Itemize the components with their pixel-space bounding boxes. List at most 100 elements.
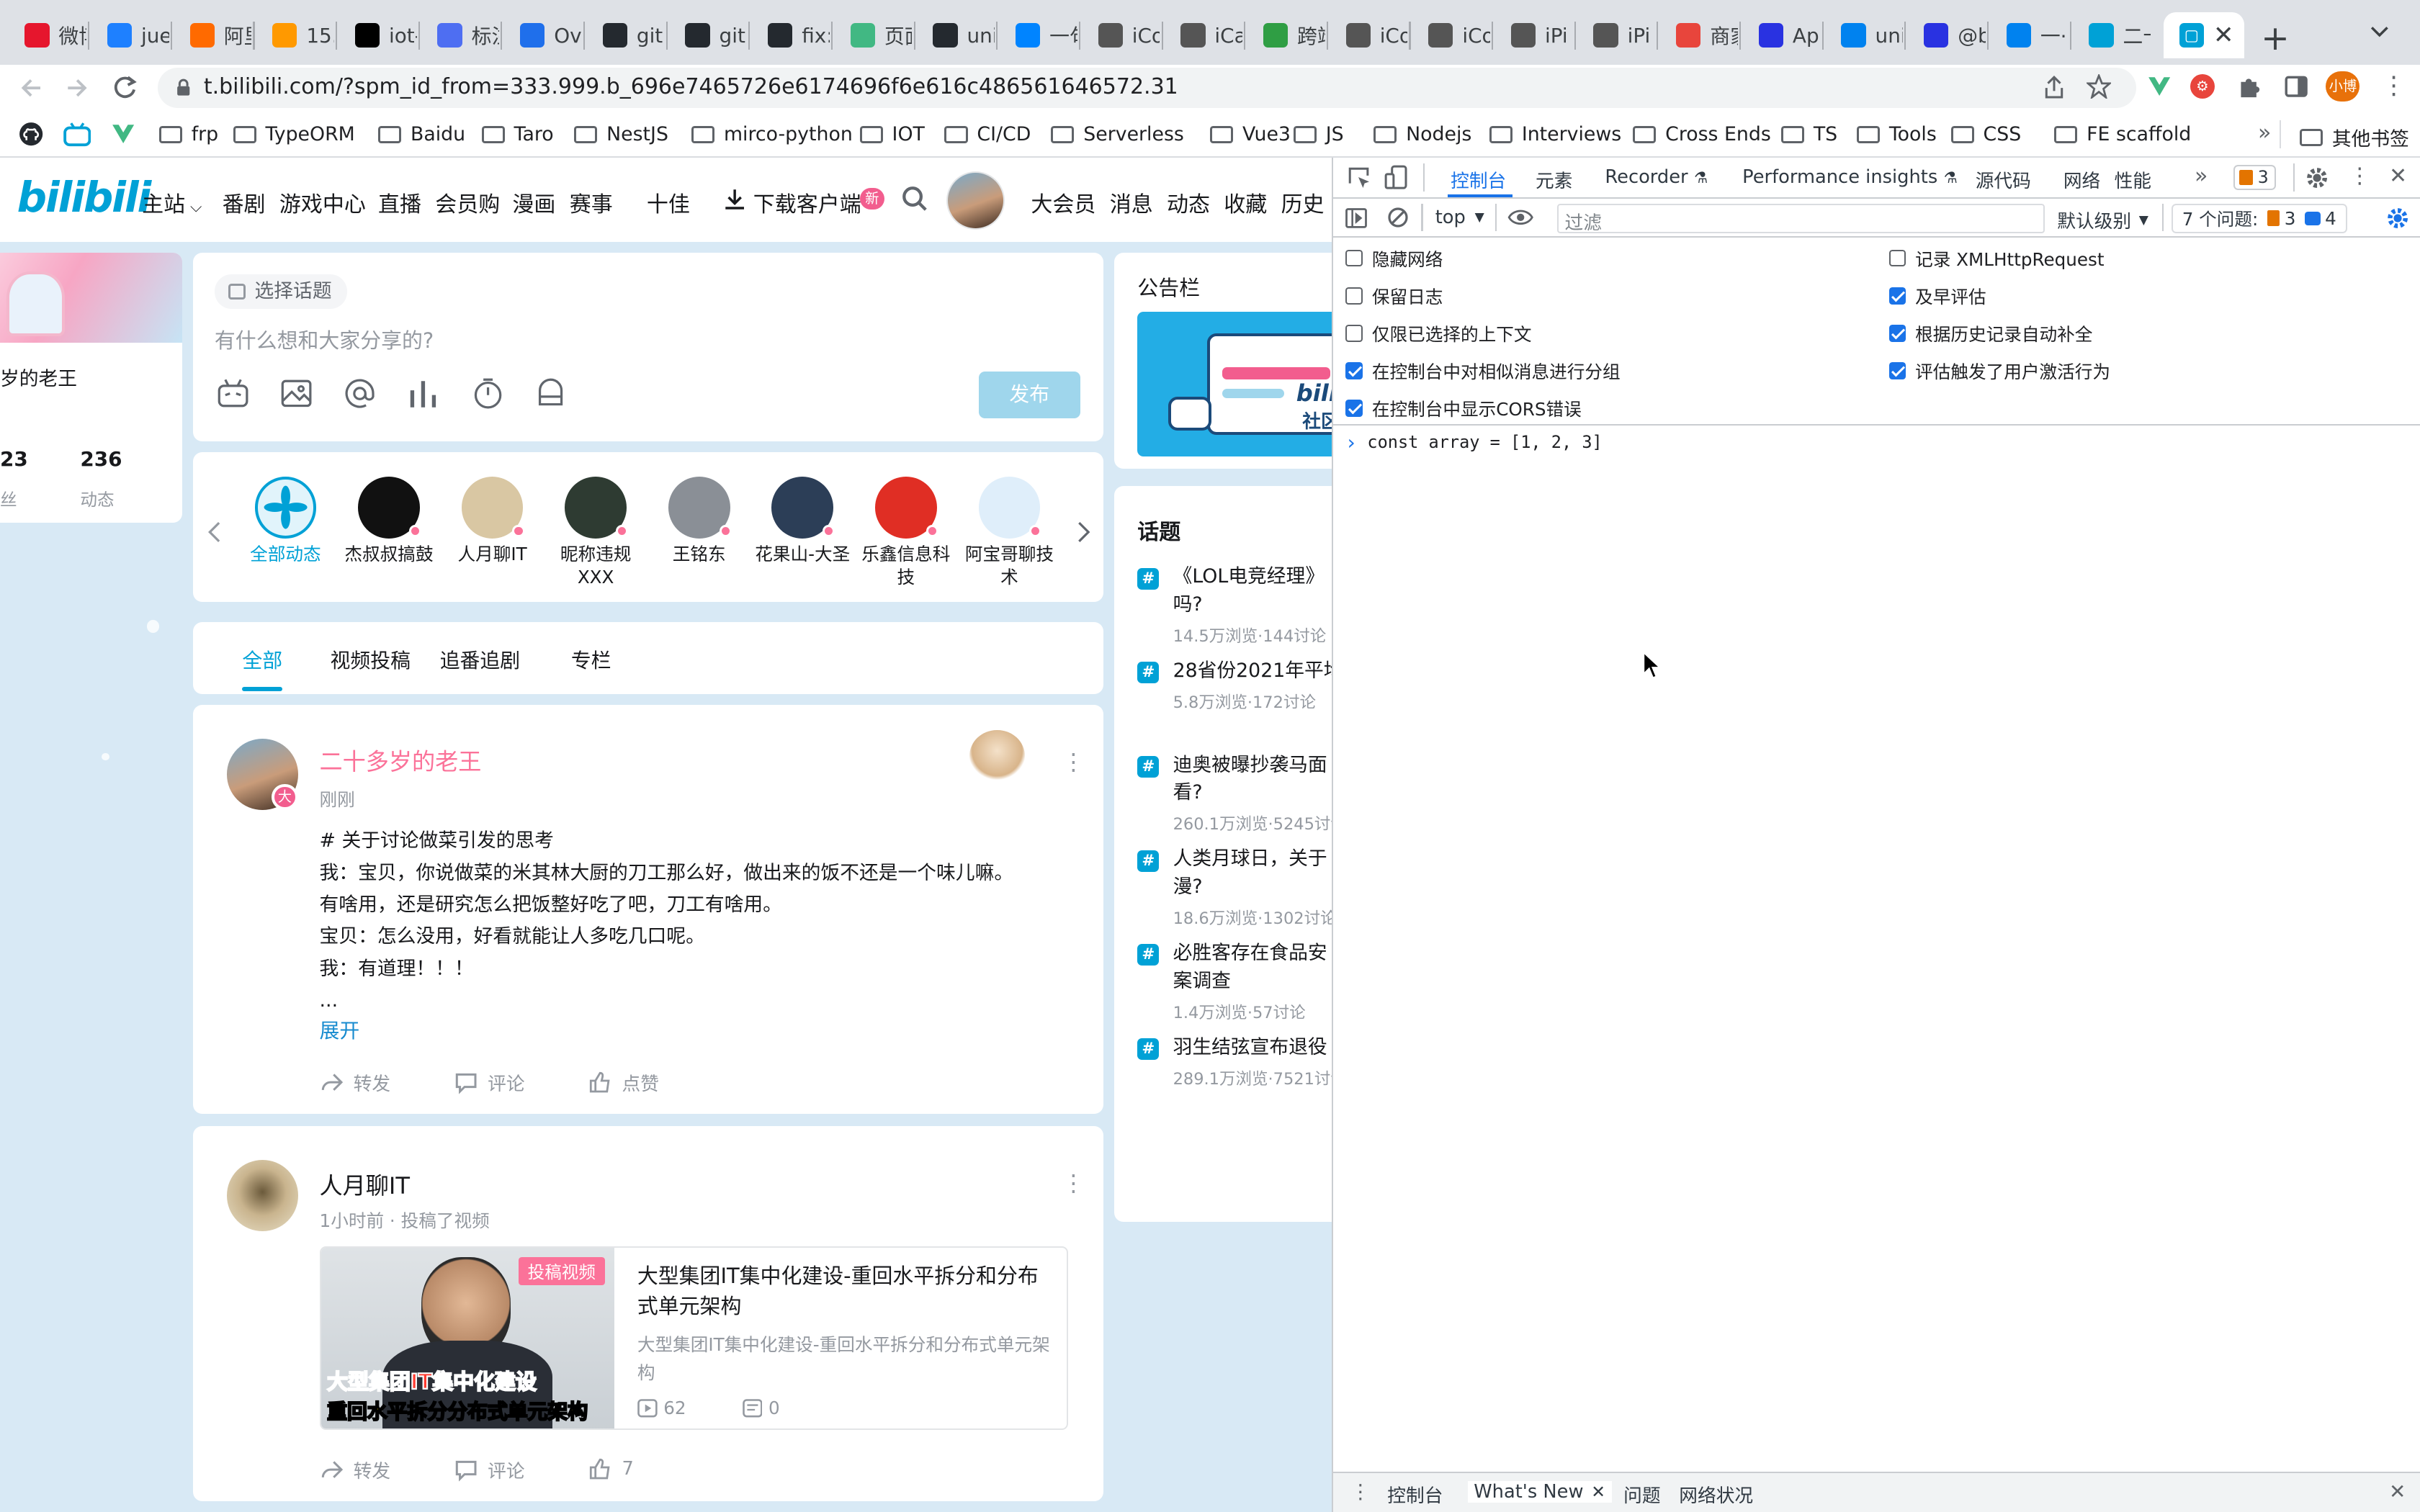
setting-checkbox[interactable]: 在控制台中对相似消息进行分组 bbox=[1345, 358, 1621, 384]
checkbox-icon[interactable] bbox=[1345, 249, 1363, 267]
video-card[interactable]: 投稿视频 大型集团IT集中化建设 重回水平拆分分布式单元架构 大型集团IT集中化… bbox=[319, 1246, 1068, 1431]
following-name[interactable]: 王铭东 bbox=[647, 543, 752, 566]
devtools-tab[interactable]: 控制台 bbox=[1451, 166, 1506, 193]
bookmark-folder[interactable]: Serverless bbox=[1051, 123, 1184, 145]
video-title[interactable]: 大型集团IT集中化建设-重回水平拆分和分布式单元架构 bbox=[637, 1261, 1054, 1323]
timer-icon[interactable] bbox=[471, 377, 505, 410]
close-devtools-icon[interactable]: ✕ bbox=[2389, 163, 2407, 189]
browser-tab[interactable]: 二十 bbox=[2074, 12, 2151, 58]
feed-tab[interactable]: 视频投稿 bbox=[331, 645, 411, 674]
nav-match[interactable]: 赛事 bbox=[570, 186, 613, 218]
browser-tab[interactable]: 商家 bbox=[1661, 12, 1738, 58]
checkbox-icon[interactable] bbox=[1888, 287, 1906, 305]
forward-icon[interactable] bbox=[65, 76, 89, 100]
drawer-tab[interactable]: 控制台 bbox=[1387, 1481, 1443, 1508]
bookmark-folder[interactable]: Taro bbox=[481, 123, 554, 145]
browser-tab[interactable]: 一· bbox=[1991, 12, 2068, 58]
drawer-menu-kebab-icon[interactable]: ⋮ bbox=[1350, 1480, 1371, 1503]
browser-tab[interactable]: iCa bbox=[1165, 12, 1242, 58]
nav-game[interactable]: 游戏中心 bbox=[279, 186, 366, 218]
notice-banner[interactable]: bili 社区 bbox=[1137, 311, 1332, 457]
bookmark-folder[interactable]: NestJS bbox=[574, 123, 668, 145]
nav-home[interactable]: 主站 ⌵ bbox=[142, 186, 202, 218]
topic-item[interactable]: # 人类月球日，关于 漫? 18.6万浏览·1302讨论 bbox=[1137, 845, 1332, 932]
drawer-tab[interactable]: 网络状况 bbox=[1679, 1481, 1753, 1508]
lottery-icon[interactable] bbox=[534, 377, 568, 410]
bookmark-folder[interactable]: frp bbox=[158, 123, 218, 145]
nav-download[interactable]: 下载客户端 bbox=[753, 186, 861, 218]
chevron-right-icon[interactable] bbox=[1076, 521, 1091, 543]
bookmarks-overflow-button[interactable]: » bbox=[2258, 120, 2271, 145]
devtools-tab[interactable]: 性能 bbox=[2115, 166, 2151, 193]
topic-title[interactable]: 《LOL电竞经理》 bbox=[1173, 563, 1325, 591]
browser-tab[interactable]: Ap bbox=[1743, 12, 1820, 58]
close-drawer-icon[interactable]: ✕ bbox=[2389, 1480, 2406, 1503]
topic-title[interactable]: 必胜客存在食品安 bbox=[1173, 940, 1327, 968]
devtools-tab[interactable]: Performance insights ⚗ bbox=[1742, 166, 1958, 188]
comment-button[interactable]: 评论 bbox=[454, 1069, 525, 1096]
following-name[interactable]: 乐鑫信息科技 bbox=[853, 543, 959, 589]
setting-checkbox[interactable]: 保留日志 bbox=[1345, 283, 1443, 309]
bookmark-folder[interactable]: Baidu bbox=[378, 123, 465, 145]
topic-item[interactable]: # 迪奥被曝抄袭马面 看? 260.1万浏览·5245讨论 bbox=[1137, 752, 1332, 838]
bookmark-folder[interactable]: TypeORM bbox=[233, 123, 355, 145]
post-author[interactable]: 人月聊IT bbox=[320, 1168, 410, 1201]
feed-tab[interactable]: 追番追剧 bbox=[440, 645, 520, 674]
avatar[interactable] bbox=[226, 1160, 298, 1231]
avatar[interactable] bbox=[946, 171, 1005, 230]
chevron-down-icon[interactable] bbox=[2370, 24, 2389, 40]
video-thumbnail[interactable]: 投稿视频 大型集团IT集中化建设 重回水平拆分分布式单元架构 bbox=[321, 1248, 614, 1429]
extension-icon[interactable]: ⚙ bbox=[2190, 73, 2215, 99]
topic-title[interactable]: 人类月球日，关于 bbox=[1173, 845, 1327, 873]
topic-item[interactable]: # 羽生结弦宣布退役 289.1万浏览·7521讨论 bbox=[1137, 1034, 1332, 1120]
checkbox-icon[interactable] bbox=[1345, 325, 1363, 342]
devtools-tab[interactable]: 元素 bbox=[1536, 166, 1572, 193]
checkbox-icon[interactable] bbox=[1888, 362, 1906, 379]
setting-checkbox[interactable]: 隐藏网络 bbox=[1345, 246, 1443, 271]
browser-tab[interactable]: iPi bbox=[1578, 12, 1655, 58]
browser-tab[interactable]: iCo bbox=[1083, 12, 1160, 58]
browser-tab[interactable]: 微博 bbox=[9, 12, 86, 58]
browser-tab[interactable]: 页面 bbox=[835, 12, 912, 58]
inspect-element-icon[interactable] bbox=[1348, 166, 1371, 189]
active-tab[interactable]: ▢ ✕ bbox=[2164, 12, 2244, 59]
browser-tab[interactable]: 阿里 bbox=[174, 12, 251, 58]
setting-checkbox[interactable]: 及早评估 bbox=[1888, 283, 1986, 309]
expand-link[interactable]: 展开 bbox=[320, 1015, 360, 1044]
following-name[interactable]: 花果山-大圣 bbox=[750, 543, 855, 566]
vue-devtools-icon[interactable] bbox=[2147, 74, 2172, 99]
browser-tab[interactable]: jue bbox=[91, 12, 169, 58]
nav-dynamic[interactable]: 动态 bbox=[1167, 186, 1210, 218]
back-icon[interactable] bbox=[19, 76, 43, 100]
composer-input[interactable]: 有什么想和大家分享的? bbox=[215, 324, 434, 354]
topic-title-line2[interactable]: 案调查 bbox=[1173, 968, 1231, 996]
browser-tab[interactable]: 跨端 bbox=[1248, 12, 1325, 58]
nav-anime[interactable]: 番剧 bbox=[223, 186, 266, 218]
bilibili-bookmark-icon[interactable] bbox=[63, 122, 91, 147]
feed-tab[interactable]: 全部 bbox=[242, 645, 282, 674]
checkbox-icon[interactable] bbox=[1345, 287, 1363, 305]
reload-icon[interactable] bbox=[111, 74, 139, 102]
menu-kebab-icon[interactable]: ⋮ bbox=[2381, 71, 2406, 100]
console-settings-gear-icon[interactable] bbox=[2386, 207, 2409, 230]
bookmark-folder[interactable]: CI/CD bbox=[944, 123, 1031, 145]
setting-checkbox[interactable]: 在控制台中显示CORS错误 bbox=[1345, 395, 1582, 421]
topic-title[interactable]: 28省份2021年平均 bbox=[1173, 657, 1332, 685]
console-input[interactable]: const array = [1, 2, 3] bbox=[1367, 432, 1602, 452]
topic-title-line2[interactable]: 看? bbox=[1173, 779, 1203, 807]
eye-icon[interactable] bbox=[1507, 208, 1534, 227]
bookmark-folder[interactable]: IOT bbox=[859, 123, 925, 145]
following-name[interactable]: 杰叔叔搞鼓 bbox=[336, 543, 442, 566]
comment-button[interactable]: 评论 bbox=[454, 1457, 525, 1483]
following-avatar[interactable] bbox=[358, 477, 421, 539]
bookmark-folder[interactable]: Cross Ends bbox=[1633, 123, 1771, 145]
following-name[interactable]: 人月聊IT bbox=[440, 543, 545, 566]
sidebar-toggle-icon[interactable] bbox=[1345, 208, 1368, 228]
browser-tab[interactable]: @b bbox=[1909, 12, 1986, 58]
nav-big-vip[interactable]: 大会员 bbox=[1031, 186, 1095, 218]
checkbox-icon[interactable] bbox=[1345, 362, 1363, 379]
browser-tab[interactable]: uni bbox=[1826, 12, 1903, 58]
nav-top[interactable]: 十佳 bbox=[647, 186, 690, 218]
following-name[interactable]: 昵称违规XXX bbox=[543, 543, 648, 589]
topic-item[interactable]: #28省份2021年平均 5.8万浏览·172讨论 bbox=[1137, 657, 1332, 744]
